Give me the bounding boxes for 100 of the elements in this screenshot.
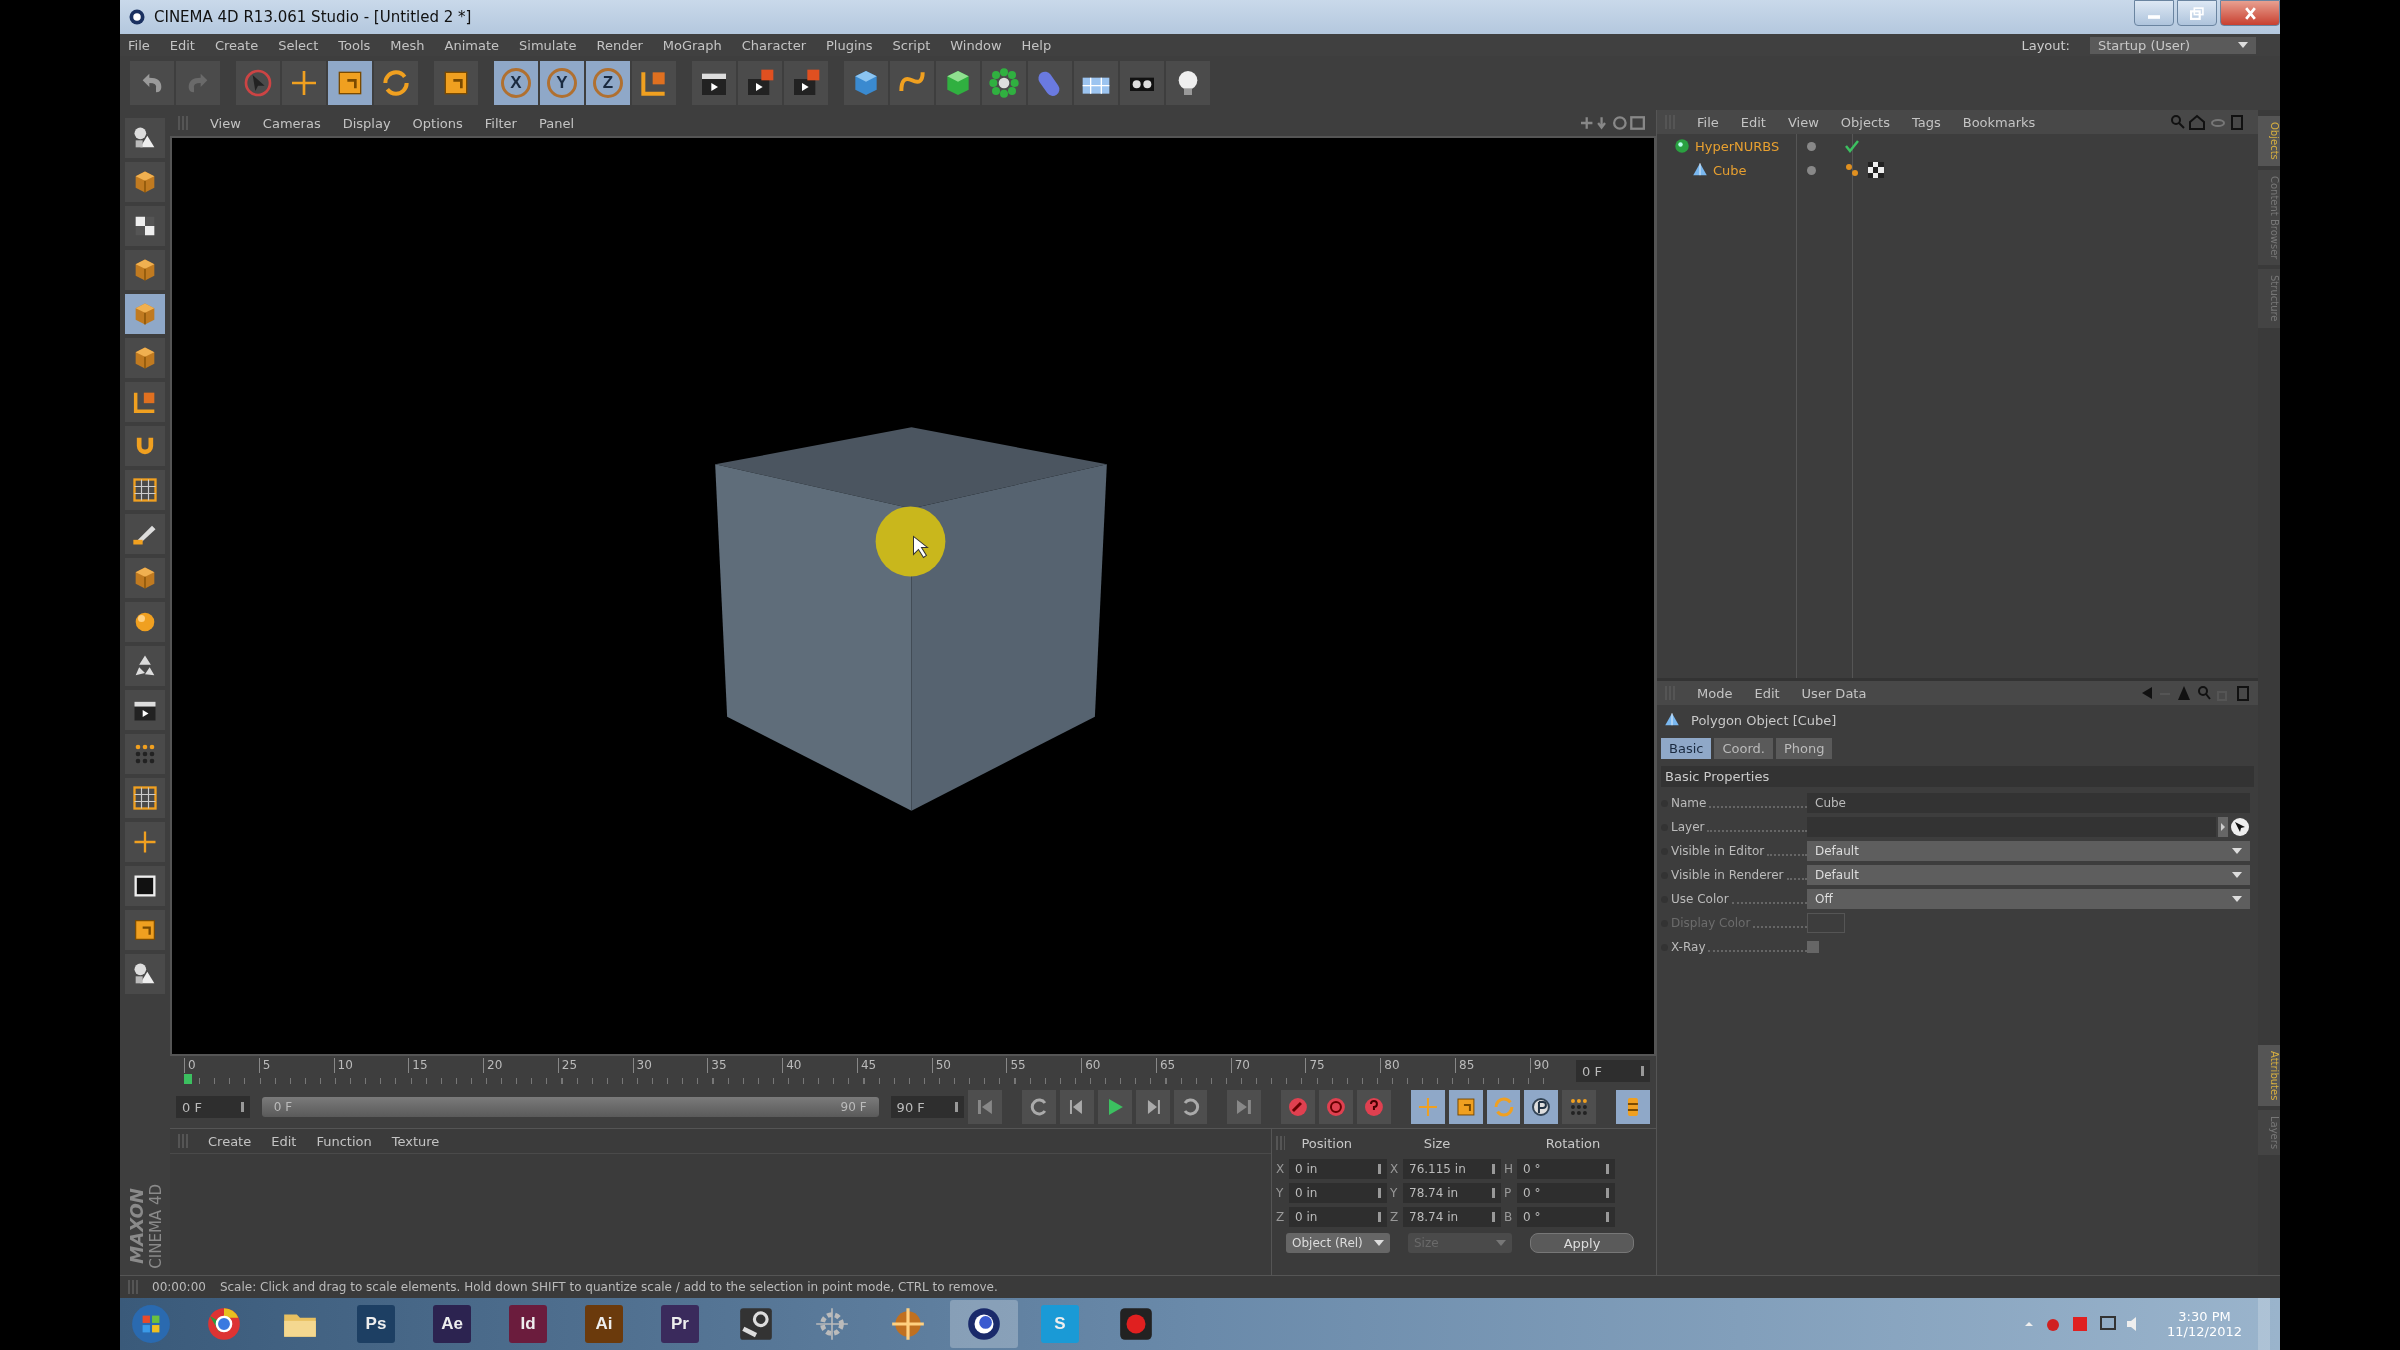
playback-button[interactable] [1097, 1090, 1132, 1124]
coordinate-field[interactable]: 76.115 in [1403, 1159, 1501, 1179]
check-icon[interactable] [1844, 138, 1860, 154]
menu-item[interactable]: Render [596, 37, 643, 53]
plane-tool-button[interactable] [1074, 61, 1118, 105]
flower-tool-button[interactable] [982, 61, 1026, 105]
attribute-dropdown[interactable]: Default [1807, 841, 2250, 861]
material-menu-item[interactable]: Create [208, 1133, 252, 1149]
menu-item[interactable]: Animate [444, 37, 499, 53]
navigation-icons[interactable] [2140, 685, 2250, 701]
coordinate-field[interactable]: 0 in [1289, 1183, 1387, 1203]
apply-button[interactable]: Apply [1530, 1233, 1634, 1253]
material-menu-item[interactable]: Edit [271, 1133, 297, 1149]
menu-item[interactable]: Plugins [826, 37, 873, 53]
current-frame-field[interactable]: 0 F [1576, 1060, 1650, 1082]
coordinate-mode-dropdown[interactable]: Object (Rel) [1286, 1233, 1390, 1253]
tool-button[interactable] [125, 866, 165, 906]
menu-item[interactable]: Simulate [519, 37, 577, 53]
attribute-tab[interactable]: Coord. [1714, 738, 1773, 759]
cube-drawing[interactable] [715, 427, 1107, 811]
bulb-tool-button[interactable] [1166, 61, 1210, 105]
end-frame-field[interactable]: 90 F [890, 1096, 965, 1118]
attribute-dropdown[interactable]: Off [1807, 889, 2250, 909]
taskbar-app-button[interactable] [950, 1300, 1018, 1348]
tool-button[interactable] [125, 514, 165, 554]
attribute-tab[interactable]: Basic [1661, 738, 1712, 759]
panel-grip[interactable] [128, 1280, 138, 1294]
square-tool-button[interactable] [328, 61, 372, 105]
axis-toggle-button[interactable]: Z [586, 61, 630, 105]
minimize-button[interactable] [2134, 0, 2174, 26]
object-menu-item[interactable]: File [1697, 114, 1719, 130]
coordinate-field[interactable]: 78.74 in [1403, 1183, 1501, 1203]
coordinate-field[interactable]: 0 ° [1517, 1159, 1615, 1179]
playback-button[interactable] [1524, 1090, 1559, 1124]
clapperboard-tool-button[interactable] [692, 61, 736, 105]
taskbar-app-button[interactable]: Ai [570, 1300, 638, 1348]
square-tool-button[interactable] [434, 61, 478, 105]
viewport-menu-item[interactable]: Display [342, 115, 391, 131]
taskbar-app-button[interactable]: Pr [646, 1300, 714, 1348]
cursor-tool-button[interactable] [236, 61, 280, 105]
coordinate-field[interactable]: 0 ° [1517, 1183, 1615, 1203]
visibility-dot[interactable] [1807, 141, 1816, 151]
layout-dropdown[interactable]: Startup (User) [2090, 36, 2256, 54]
menu-item[interactable]: Script [892, 37, 931, 53]
viewport-menu-item[interactable]: View [210, 115, 241, 131]
close-button[interactable] [2220, 0, 2280, 26]
menu-item[interactable]: Create [214, 37, 259, 53]
color-swatch[interactable] [1807, 913, 1845, 933]
undo-tool-button[interactable] [130, 61, 174, 105]
panel-grip[interactable] [178, 1134, 188, 1148]
menu-item[interactable]: Character [741, 37, 806, 53]
object-menu-item[interactable]: View [1787, 114, 1819, 130]
view-navigation-icon[interactable] [1578, 115, 1648, 131]
side-tab[interactable]: Objects [2258, 116, 2280, 166]
playback-button[interactable] [1448, 1090, 1483, 1124]
object-menu-item[interactable]: Objects [1840, 114, 1890, 130]
playback-button[interactable] [1410, 1090, 1445, 1124]
viewport-menu-item[interactable]: Cameras [262, 115, 321, 131]
tool-button[interactable] [125, 118, 165, 158]
name-field[interactable]: Cube [1807, 793, 2250, 813]
object-menu-item[interactable]: Edit [1740, 114, 1766, 130]
axes-tool-button[interactable] [632, 61, 676, 105]
attribute-menu-item[interactable]: User Data [1801, 685, 1867, 701]
checkbox[interactable] [1807, 941, 1819, 953]
plus-tool-button[interactable] [282, 61, 326, 105]
playback-button[interactable] [1173, 1090, 1208, 1124]
restore-button[interactable] [2177, 0, 2217, 26]
taskbar-app-button[interactable]: Ps [342, 1300, 410, 1348]
menu-item[interactable]: Help [1021, 37, 1052, 53]
coordinate-field[interactable]: 0 in [1289, 1159, 1387, 1179]
menu-item[interactable]: File [128, 37, 150, 53]
menu-item[interactable]: Tools [338, 37, 371, 53]
material-menu-item[interactable]: Texture [391, 1133, 440, 1149]
axis-toggle-button[interactable]: Y [540, 61, 584, 105]
curve-tool-button[interactable] [890, 61, 934, 105]
cube-tool-button[interactable] [936, 61, 980, 105]
axis-toggle-button[interactable]: X [494, 61, 538, 105]
attribute-menu-item[interactable]: Edit [1754, 685, 1780, 701]
playhead-marker[interactable] [184, 1074, 192, 1084]
taskbar-app-button[interactable]: Id [494, 1300, 562, 1348]
pick-icon[interactable] [2230, 817, 2250, 837]
tool-button[interactable] [125, 690, 165, 730]
tool-button[interactable] [125, 646, 165, 686]
visibility-dot[interactable] [1807, 165, 1816, 175]
viewport-menu-item[interactable]: Filter [484, 115, 517, 131]
object-name[interactable]: Cube [1713, 162, 1747, 178]
coordinate-field[interactable]: 0 ° [1517, 1207, 1615, 1227]
coordinate-field[interactable]: 0 in [1289, 1207, 1387, 1227]
start-frame-field[interactable]: 0 F [176, 1096, 250, 1118]
viewport-menu-item[interactable]: Options [412, 115, 463, 131]
tag-icon[interactable] [1844, 162, 1860, 178]
3d-viewport[interactable] [170, 136, 1656, 1056]
tool-button[interactable] [125, 954, 165, 994]
ring-tool-button[interactable] [374, 61, 418, 105]
object-menu-item[interactable]: Bookmarks [1962, 114, 2036, 130]
material-menu-item[interactable]: Function [316, 1133, 372, 1149]
object-menu-item[interactable]: Tags [1911, 114, 1941, 130]
object-name[interactable]: HyperNURBS [1695, 138, 1780, 154]
tool-button[interactable] [125, 602, 165, 642]
cube-tool-button[interactable] [844, 61, 888, 105]
